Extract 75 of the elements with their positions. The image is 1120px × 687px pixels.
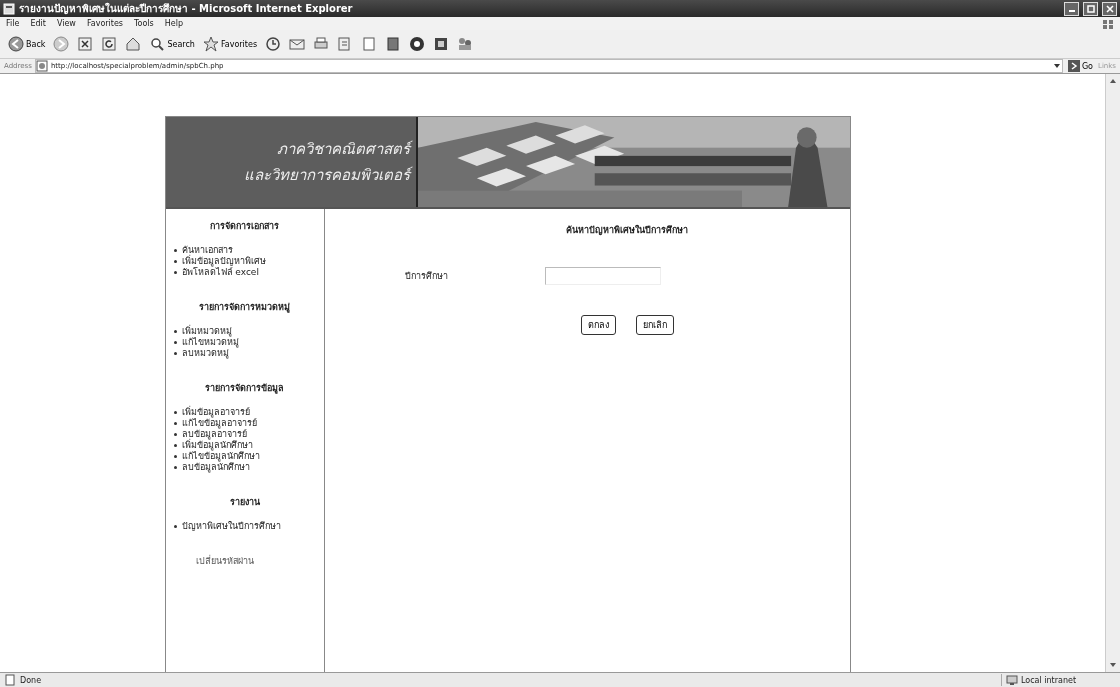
bullet-icon [173,411,177,414]
sidebar-heading: รายการจัดการข้อมูล [204,382,285,395]
window-title: รายงานปัญหาพิเศษในแต่ละปีการศึกษา - Microsoft Internet Explorer [19,1,353,16]
bullet-icon [173,455,177,458]
search-button[interactable]: Search [149,36,195,52]
sidebar-link[interactable]: แก้ไขข้อมูลนักศึกษา [181,451,260,462]
scroll-up-icon[interactable] [1108,77,1118,85]
sidebar-link[interactable]: ลบข้อมูลอาจารย์ [181,429,247,440]
print-icon[interactable] [313,36,330,52]
zone-text: Local intranet [1021,675,1077,685]
form-button[interactable]: ตกลง [580,315,616,335]
bullet-icon [173,260,177,263]
minimize-icon [1068,10,1075,12]
bullet-icon [173,433,177,436]
sidebar-link[interactable]: เพิ่มหมวดหมู่ [181,326,232,337]
sidebar-link[interactable]: แก้ไขหมวดหมู่ [181,337,239,348]
page-icon [35,60,48,72]
page-heading: ค้นหาปัญหาพิเศษในปีการศึกษา [566,224,688,237]
search-icon [149,36,166,52]
bullet-icon [173,352,177,355]
circle-icon[interactable] [409,36,426,52]
sidebar-link[interactable]: ปัญหาพิเศษในปีการศึกษา [181,521,281,532]
browser-icon [3,2,15,15]
bullet-icon [173,271,177,274]
bullet-icon [173,444,177,447]
back-button[interactable]: Back [8,36,46,52]
menu-item[interactable]: View [56,19,76,28]
maximize-icon [1086,4,1095,13]
menu-item[interactable]: Favorites [86,19,123,28]
sidebar-link[interactable]: ลบหมวดหมู่ [181,348,229,359]
bullet-icon [173,466,177,469]
sidebar-link[interactable]: เพิ่มข้อมูลปัญหาพิเศษ [181,256,266,267]
home-icon[interactable] [125,36,142,52]
forward-icon[interactable] [53,36,70,52]
scroll-down-icon[interactable] [1108,661,1118,669]
change-password-link[interactable]: เปลี่ยนรหัสผ่าน [195,554,324,568]
status-text: Done [20,675,42,685]
document-icon[interactable] [361,36,378,52]
sidebar-link[interactable]: เพิ่มข้อมูลนักศึกษา [181,440,253,451]
close-icon [1105,4,1114,13]
windows-logo-icon [1102,17,1114,30]
history-icon[interactable] [265,36,282,52]
square-icon[interactable] [433,36,450,52]
star-icon [202,36,219,52]
close-button[interactable] [1102,1,1117,16]
refresh-icon[interactable] [101,36,118,52]
field-label: ปีการศึกษา [404,270,449,283]
menu-item[interactable]: Edit [30,19,46,28]
mail-icon[interactable] [289,36,306,52]
bullet-icon [173,422,177,425]
bullet-icon [173,330,177,333]
maximize-button[interactable] [1083,1,1098,16]
menu-item[interactable]: Help [164,19,183,28]
scrollbar[interactable] [1105,74,1120,672]
sidebar-heading: รายการจัดการหมวดหมู่ [198,301,291,314]
stop-icon[interactable] [77,36,94,52]
bullet-icon [173,249,177,252]
menu-item[interactable]: File [6,19,20,28]
input-field[interactable] [544,267,661,285]
bullet-icon [173,341,177,344]
page-icon [4,674,16,686]
favorites-button[interactable]: Favorites [202,36,258,52]
sidebar-link[interactable]: ค้นหาเอกสาร [181,245,233,256]
sidebar-link[interactable]: อัพโหลดไฟล์ excel [181,267,259,278]
bullet-icon [173,525,177,528]
minimize-button[interactable] [1064,1,1079,16]
menu-item[interactable]: Tools [134,19,154,28]
go-button[interactable]: Go [1065,60,1095,72]
sidebar-heading: รายงาน [228,496,261,509]
form-button[interactable]: ยกเลิก [635,315,674,335]
sidebar-link[interactable]: แก้ไขข้อมูลอาจารย์ [181,418,257,429]
network-icon [1006,674,1018,686]
sidebar-link[interactable]: ลบข้อมูลนักศึกษา [181,462,250,473]
sidebar-link[interactable]: เพิ่มข้อมูลอาจารย์ [181,407,250,418]
sidebar-heading: การจัดการเอกสาร [209,220,280,233]
